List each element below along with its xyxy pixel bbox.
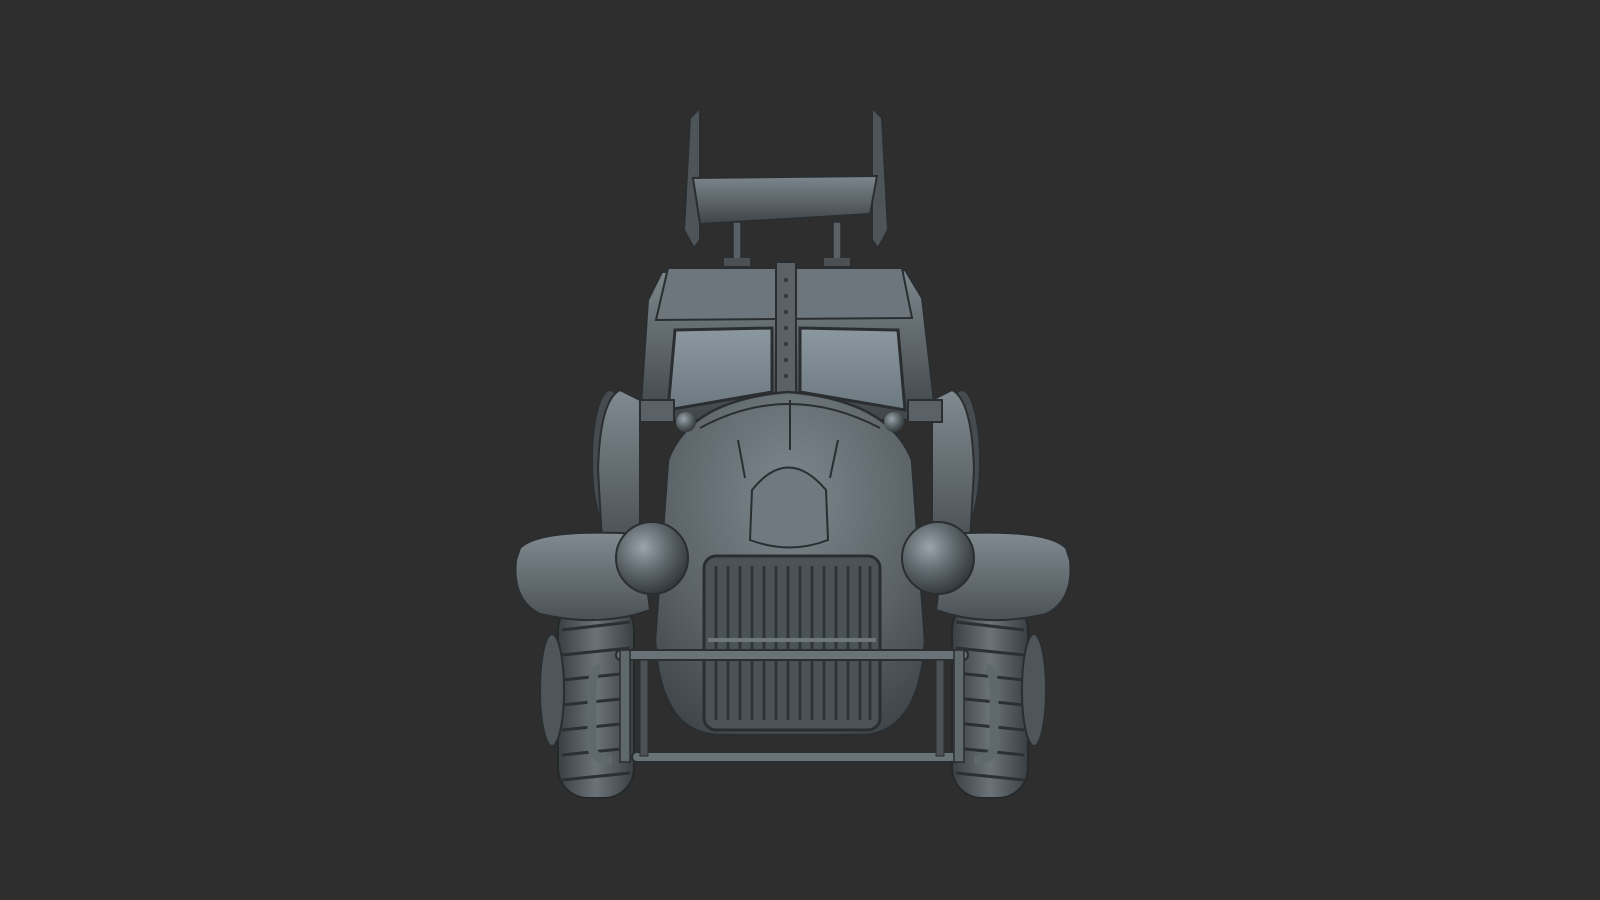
car-render — [514, 105, 1072, 799]
render-viewport — [0, 0, 1600, 900]
grille — [702, 554, 882, 732]
rear-spoiler — [682, 105, 890, 266]
front-right-tire — [951, 599, 1047, 799]
